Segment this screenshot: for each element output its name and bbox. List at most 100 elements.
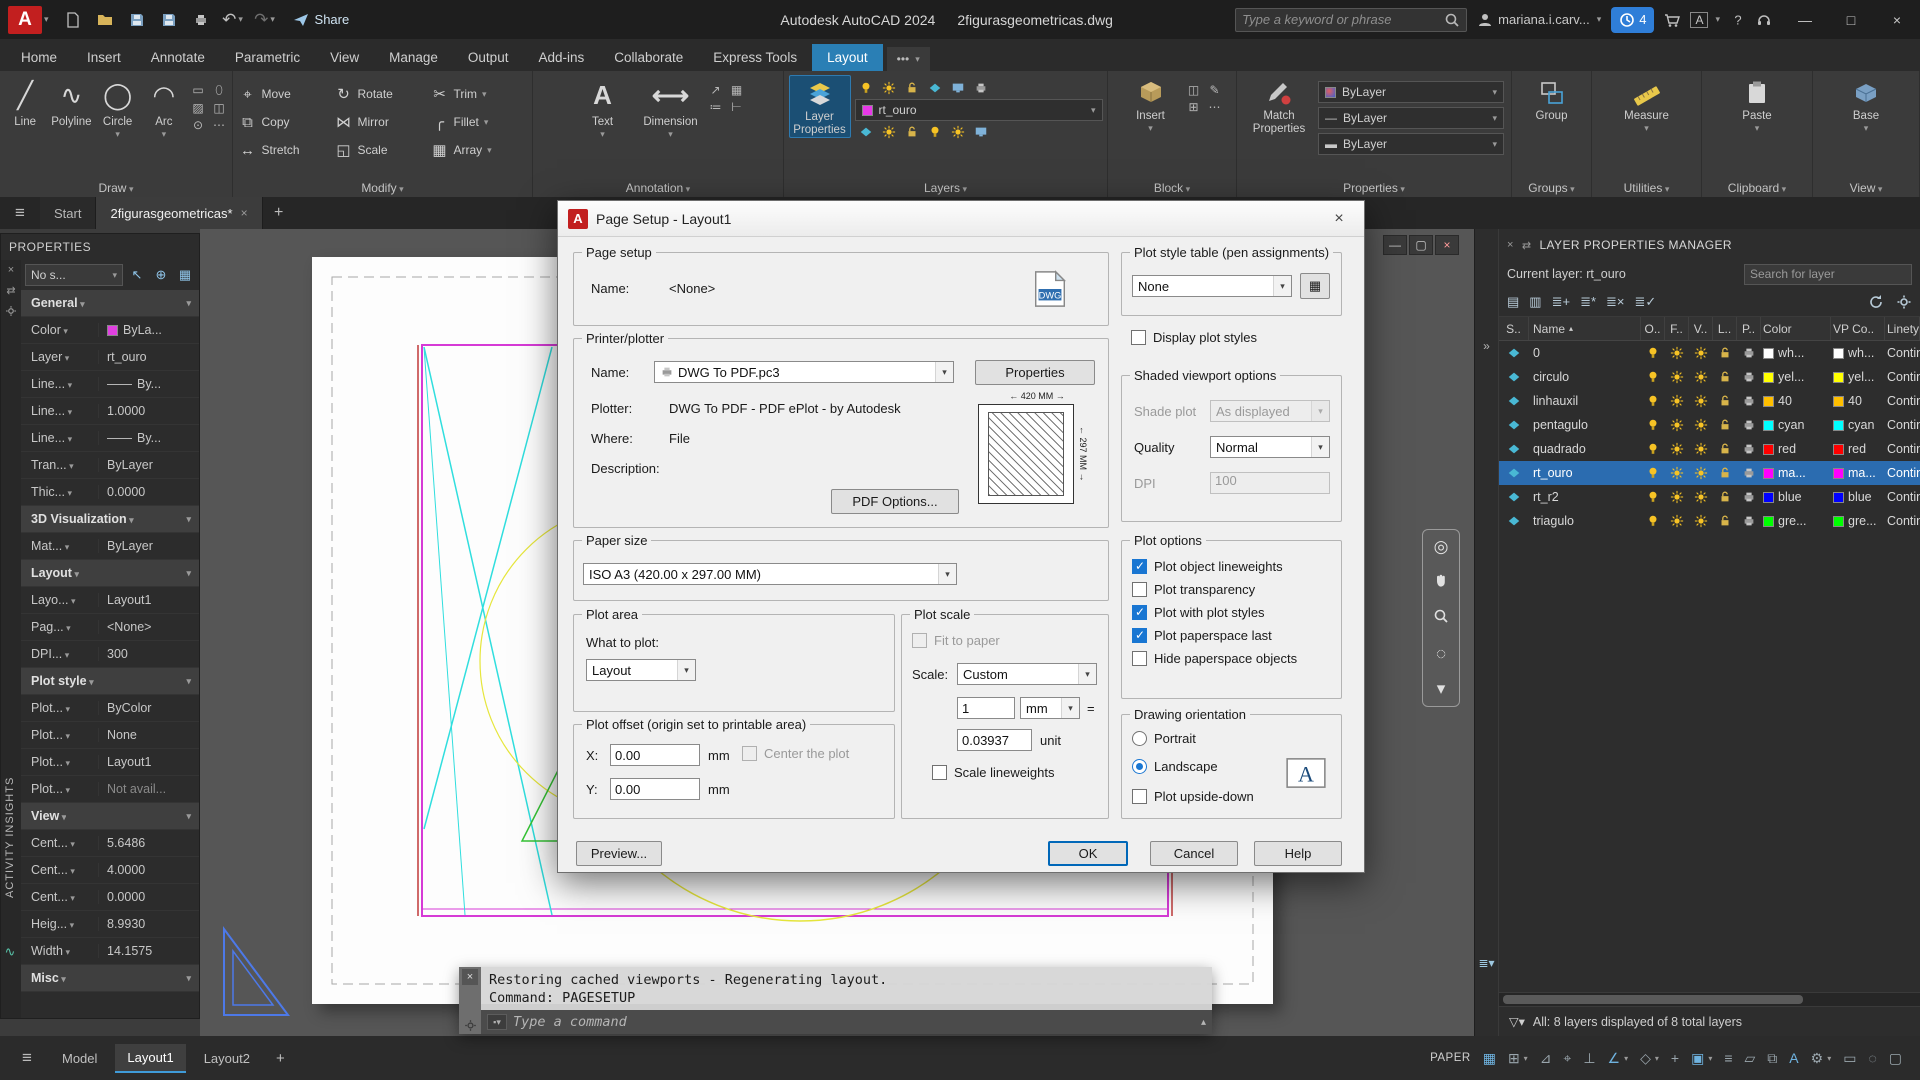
layer-lock-icon[interactable] <box>905 81 919 95</box>
layer-toolbar-button[interactable]: ≣✓ <box>1635 294 1657 310</box>
ribbon-options-button[interactable]: •••▾ <box>887 47 930 71</box>
layer-freeze-icon[interactable] <box>1665 341 1689 365</box>
layer-toolbar-button[interactable]: ≣× <box>1606 294 1624 310</box>
paper-size-dropdown[interactable]: ISO A3 (420.00 x 297.00 MM) ▾ <box>583 563 957 585</box>
property-value[interactable]: 14.1575 <box>99 944 199 958</box>
ribbon-tool[interactable]: A Text ▾ <box>571 75 635 140</box>
maximize-button[interactable]: □ <box>1828 0 1874 39</box>
layer-name[interactable]: pentagulo <box>1529 413 1641 437</box>
layer-freeze-icon[interactable] <box>882 81 896 95</box>
layer-vp-color-cell[interactable]: 40 <box>1831 389 1885 413</box>
property-value[interactable]: ByLa... <box>99 323 199 337</box>
dialog-close-icon[interactable]: × <box>1324 210 1354 228</box>
ribbon-tab[interactable]: Output <box>453 44 524 71</box>
linetype-dropdown[interactable]: — ByLayer ▾ <box>1318 107 1504 129</box>
section-collapse-icon[interactable]: ▾ <box>186 811 199 822</box>
region-icon[interactable]: ◫ <box>210 101 228 115</box>
status-toggle-icon[interactable]: ⊞ ▾ <box>1508 1050 1528 1067</box>
panel-label[interactable]: Layers <box>784 181 1107 195</box>
measure-button[interactable]: Measure ▾ <box>1615 75 1679 134</box>
more-block-icon[interactable]: ⋯ <box>1206 100 1224 114</box>
base-view-button[interactable]: Base ▾ <box>1837 75 1895 134</box>
layer-lock-icon[interactable] <box>1713 341 1737 365</box>
ribbon-tool[interactable]: ⟷ Dimension ▾ <box>639 75 703 140</box>
layer-prev-icon[interactable] <box>882 125 896 139</box>
ribbon-tool[interactable]: ✂ Trim ▾ <box>431 83 527 105</box>
plot-option-checkbox[interactable]: Plot transparency <box>1132 582 1335 597</box>
scale-denominator-input[interactable] <box>957 729 1032 751</box>
point-icon[interactable]: ⊙ <box>189 118 207 132</box>
collapse-panel-icon[interactable]: » <box>1483 339 1490 353</box>
ribbon-tool[interactable]: ╱ Line ▾ <box>4 75 46 129</box>
panel-label[interactable]: Groups <box>1512 181 1591 195</box>
property-row[interactable]: Plot... Not avail... ▾ <box>21 776 199 803</box>
panel-label[interactable]: Utilities <box>1592 181 1701 195</box>
column-plot[interactable]: P.. <box>1737 317 1761 340</box>
column-name[interactable]: Name▴ <box>1529 317 1641 340</box>
layer-unlock-icon[interactable] <box>905 125 919 139</box>
qat-button[interactable]: ▾ <box>91 6 119 34</box>
store-cart-icon[interactable] <box>1664 12 1680 28</box>
app-menu-chevron-icon[interactable]: ▾ <box>44 14 49 25</box>
drawing-minimize-button[interactable]: — <box>1383 235 1407 255</box>
quick-select-icon[interactable]: ▦ <box>175 265 195 285</box>
property-value[interactable]: ByLayer <box>99 539 199 553</box>
layer-freeze-icon[interactable] <box>1665 365 1689 389</box>
status-toggle-icon[interactable]: ◇ ▾ <box>1640 1050 1659 1067</box>
layer-plot-icon[interactable] <box>1737 413 1761 437</box>
layer-freeze-icon[interactable] <box>1665 509 1689 533</box>
layer-vp-freeze-icon[interactable] <box>1689 485 1713 509</box>
property-row[interactable]: General ▾ <box>21 290 199 317</box>
status-toggle-icon[interactable]: ≡ ▾ <box>1724 1050 1732 1066</box>
navbar-icon[interactable]: ◎ <box>1434 537 1449 557</box>
property-value[interactable]: Not avail... <box>99 782 199 796</box>
status-toggle-icon[interactable]: ▭ ▾ <box>1843 1050 1856 1067</box>
table-icon[interactable]: ▦ <box>728 83 746 97</box>
property-row[interactable]: Cent... 5.6486 ▾ <box>21 830 199 857</box>
layer-row[interactable]: rt_r2 blue blue Contin... <box>1499 485 1920 509</box>
layer-vp-freeze-icon[interactable] <box>1689 389 1713 413</box>
status-toggle-icon[interactable]: + ▾ <box>1671 1050 1679 1066</box>
close-tab-icon[interactable]: × <box>241 206 248 220</box>
layer-toolbar-button[interactable]: ▤ <box>1507 294 1519 310</box>
navbar-icon[interactable]: ▾ <box>1437 679 1446 699</box>
autodesk-app-menu[interactable]: A ▾ <box>1690 12 1720 28</box>
keyword-search[interactable] <box>1235 8 1467 32</box>
ribbon-tab[interactable]: Home <box>6 44 72 71</box>
horizontal-scrollbar[interactable] <box>1499 992 1920 1006</box>
layer-name[interactable]: 0 <box>1529 341 1641 365</box>
property-row[interactable]: Cent... 0.0000 ▾ <box>21 884 199 911</box>
layer-vp-freeze-icon[interactable] <box>1689 341 1713 365</box>
layer-freeze-icon[interactable] <box>1665 389 1689 413</box>
layer-isolate-icon[interactable] <box>928 81 942 95</box>
property-row[interactable]: Heig... 8.9930 ▾ <box>21 911 199 938</box>
property-value[interactable]: 1.0000 <box>99 404 199 418</box>
status-toggle-icon[interactable]: ⊿ ▾ <box>1540 1050 1552 1067</box>
property-value[interactable]: Layout1 <box>99 755 199 769</box>
attributes-icon[interactable]: ⊞ <box>1185 100 1203 114</box>
what-to-plot-dropdown[interactable]: Layout ▾ <box>586 659 696 681</box>
ribbon-tab[interactable]: Insert <box>72 44 136 71</box>
layer-plot-icon[interactable] <box>974 81 988 95</box>
palette-title[interactable]: PROPERTIES <box>1 234 199 260</box>
layer-freeze-icon[interactable] <box>1665 485 1689 509</box>
property-row[interactable]: Pag... <None> ▾ <box>21 614 199 641</box>
layer-color-cell[interactable]: blue <box>1761 485 1831 509</box>
layer-color-cell[interactable]: wh... <box>1761 341 1831 365</box>
y-offset-input[interactable] <box>610 778 700 800</box>
notification-badge[interactable]: 4 <box>1611 7 1654 33</box>
status-menu-icon[interactable]: ≡ <box>10 1048 44 1068</box>
layer-linetype-cell[interactable]: Contin... <box>1885 461 1920 485</box>
layer-row[interactable]: 0 wh... wh... Contin... <box>1499 341 1920 365</box>
layer-row[interactable]: quadrado red red Contin... <box>1499 437 1920 461</box>
property-row[interactable]: View ▾ <box>21 803 199 830</box>
display-plot-styles-checkbox[interactable]: Display plot styles <box>1131 330 1257 345</box>
layer-toolbar-button[interactable]: ≣* <box>1580 294 1596 310</box>
drawing-restore-button[interactable]: ▢ <box>1409 235 1433 255</box>
layer-linetype-cell[interactable]: Contin... <box>1885 509 1920 533</box>
property-value[interactable]: 300 <box>99 647 199 661</box>
file-tab-menu-icon[interactable]: ≡ <box>0 197 40 229</box>
panel-label[interactable]: View <box>1813 181 1919 195</box>
object-color-dropdown[interactable]: ByLayer ▾ <box>1318 81 1504 103</box>
dialog-title-bar[interactable]: A Page Setup - Layout1 × <box>558 201 1364 237</box>
